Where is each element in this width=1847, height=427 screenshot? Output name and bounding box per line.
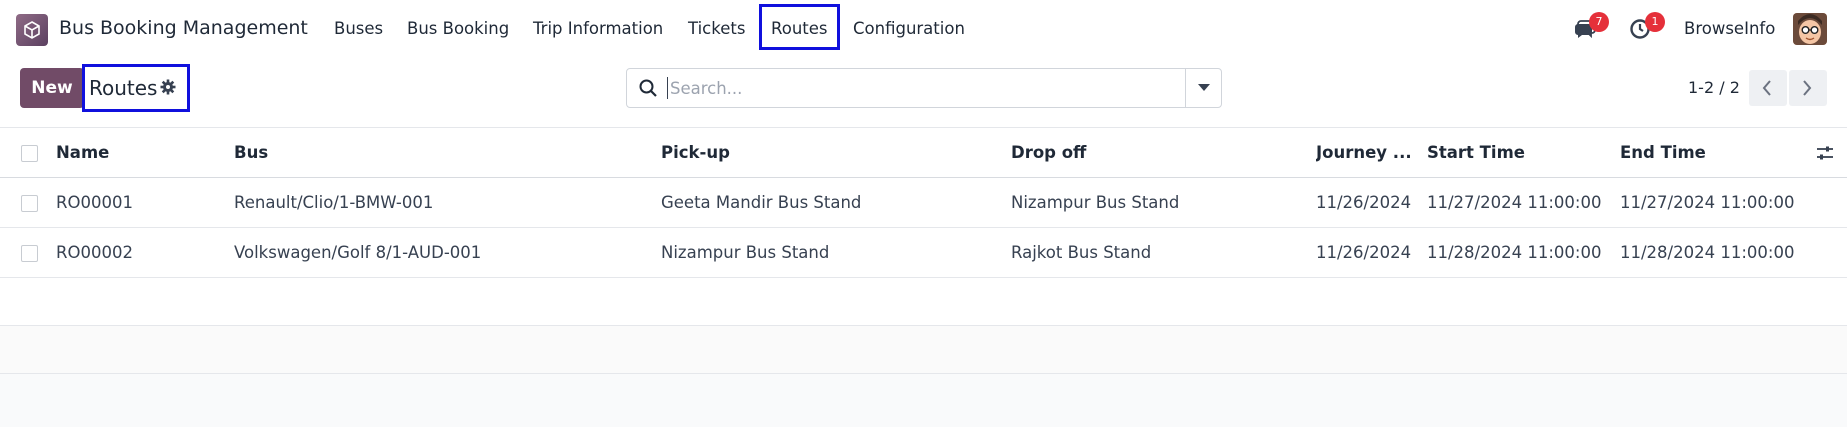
search-options-toggle[interactable] [1185,69,1221,107]
cell-name: RO00001 [56,193,133,212]
optional-columns-icon[interactable] [1816,145,1834,165]
cell-end-time: 11/28/2024 11:00:00 [1620,243,1795,262]
column-header-start-time[interactable]: Start Time [1427,128,1612,178]
menu-item-bus-booking[interactable]: Bus Booking [407,19,509,38]
table-row[interactable]: RO00002 Volkswagen/Golf 8/1-AUD-001 Niza… [0,228,1847,278]
cell-end-time: 11/27/2024 11:00:00 [1620,193,1795,212]
row-checkbox[interactable] [21,195,38,212]
menu-item-routes[interactable]: Routes [771,19,828,38]
activities-badge: 1 [1645,12,1665,32]
cell-start-time: 11/27/2024 11:00:00 [1427,193,1602,212]
caret-down-icon [1198,84,1210,91]
company-switcher[interactable]: BrowseInfo [1684,19,1775,38]
control-panel: New Routes Search... 1-2 / 2 [0,58,1847,128]
cell-start-time: 11/28/2024 11:00:00 [1427,243,1602,262]
select-all-checkbox[interactable] [21,145,38,162]
empty-row [0,326,1847,374]
menu-item-tickets[interactable]: Tickets [688,19,745,38]
cell-bus: Volkswagen/Golf 8/1-AUD-001 [234,243,482,262]
column-header-name[interactable]: Name [56,128,226,178]
empty-row [0,278,1847,326]
search-bar [626,68,1222,108]
column-header-end-time[interactable]: End Time [1620,128,1800,178]
search-input[interactable] [667,77,1187,99]
cell-journey: 11/26/2024 [1316,243,1412,262]
menu-item-buses[interactable]: Buses [334,19,383,38]
menu-item-configuration[interactable]: Configuration [853,19,965,38]
app-name[interactable]: Bus Booking Management [59,17,308,39]
search-icon [639,79,657,101]
table-header: Name Bus Pick-up Drop off Journey ... St… [0,128,1847,178]
top-navbar: Bus Booking Management Buses Bus Booking… [0,0,1847,58]
cell-dropoff: Rajkot Bus Stand [1011,243,1152,262]
messages-badge: 7 [1589,12,1609,32]
column-header-pickup[interactable]: Pick-up [661,128,1001,178]
cell-name: RO00002 [56,243,133,262]
column-header-dropoff[interactable]: Drop off [1011,128,1311,178]
row-checkbox[interactable] [21,245,38,262]
column-header-journey[interactable]: Journey ... [1316,128,1418,178]
chevron-right-icon [1803,80,1812,96]
pager-value[interactable]: 1-2 / 2 [1688,78,1740,97]
gear-icon[interactable] [160,79,176,99]
pager-previous-button[interactable] [1749,70,1787,106]
cell-dropoff: Nizampur Bus Stand [1011,193,1180,212]
new-button[interactable]: New [20,68,84,108]
cell-pickup: Nizampur Bus Stand [661,243,830,262]
cell-bus: Renault/Clio/1-BMW-001 [234,193,434,212]
chevron-left-icon [1762,80,1771,96]
cell-journey: 11/26/2024 [1316,193,1412,212]
column-header-bus[interactable]: Bus [234,128,654,178]
menu-item-trip-information[interactable]: Trip Information [533,19,663,38]
pager-next-button[interactable] [1789,70,1827,106]
user-avatar[interactable] [1793,13,1827,45]
breadcrumb-title: Routes [89,76,158,100]
box-cube-icon[interactable] [16,14,48,46]
table-row[interactable]: RO00001 Renault/Clio/1-BMW-001 Geeta Man… [0,178,1847,228]
cell-pickup: Geeta Mandir Bus Stand [661,193,862,212]
